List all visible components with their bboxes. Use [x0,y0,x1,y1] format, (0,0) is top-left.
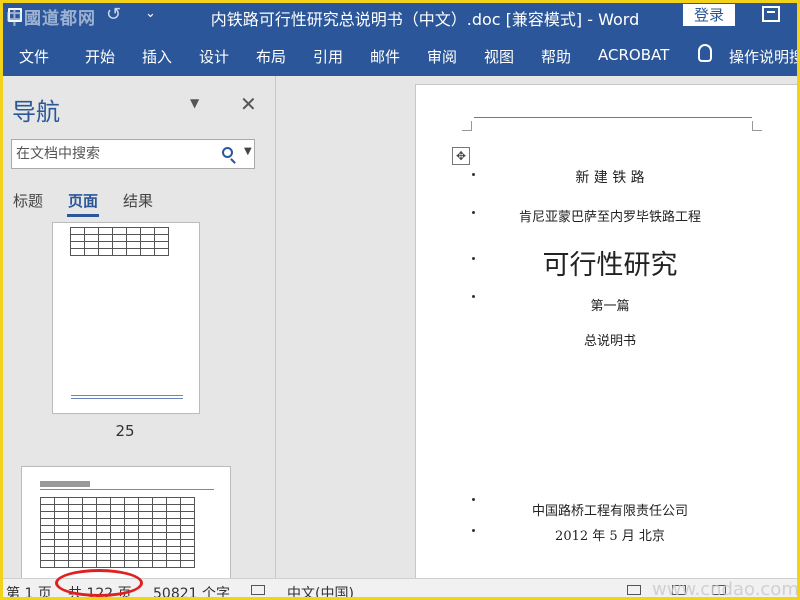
status-page[interactable]: 第 1 页 [6,583,52,600]
search-input[interactable] [16,144,216,164]
margin-corner-mark [462,121,472,131]
tab-layout[interactable]: 布局 [256,46,286,67]
thumbnail-rule [40,489,214,490]
read-mode-icon[interactable] [627,585,641,595]
ribbon-tabs: 文件 开始 插入 设计 布局 引用 邮件 审阅 视图 帮助 ACROBAT 操作… [0,32,800,76]
thumbnail-heading [40,481,90,487]
nav-tab-pages[interactable]: 页面 [68,190,98,211]
page-thumbnail-25[interactable] [52,222,200,414]
thumbnail-table [40,497,195,568]
pane-options-icon[interactable]: ▼ [190,96,199,110]
navigation-title: 导航 [12,98,60,126]
tab-references[interactable]: 引用 [313,46,343,67]
tab-view[interactable]: 视图 [484,46,514,67]
thumbnail-table [70,227,169,256]
margin-corner-mark [752,121,762,131]
doc-line-company: 中国路桥工程有限责任公司 [531,504,688,519]
doc-line-general-description: 总说明书 [583,334,636,349]
highlight-circle [55,569,143,597]
thumbnail-footer-line [71,395,183,396]
proofing-icon[interactable] [251,585,265,595]
tab-mailings[interactable]: 邮件 [370,46,400,67]
status-bar: 第 1 页 共 122 页 50821 个字 中文(中国) www.cndao.… [0,569,800,600]
watermark-text: www.cndao.com [652,579,799,600]
header-line [474,117,752,118]
tab-file[interactable]: 文件 [19,46,49,67]
nav-tab-results[interactable]: 结果 [123,190,153,211]
doc-line-new-railway: 新 建 铁 路 [575,170,645,186]
tell-me-search[interactable]: 操作说明搜 [729,46,800,67]
status-language[interactable]: 中文(中国) [287,583,354,600]
nav-tab-headings[interactable]: 标题 [13,190,43,211]
search-icon[interactable] [222,147,233,158]
login-button[interactable]: 登录 [683,4,735,26]
lightbulb-icon [698,44,712,62]
tab-home[interactable]: 开始 [85,46,115,67]
table-move-handle[interactable]: ✥ [452,147,470,165]
document-area: ✥ 新 建 铁 路 肯尼亚蒙巴萨至内罗毕铁路工程 可行性研究 第一篇 总说明书 … [277,76,800,578]
tab-acrobat[interactable]: ACROBAT [598,46,669,64]
page-thumbnail-number: 25 [115,422,135,440]
title-bar: 中國道都网 ↺ ⌄ 内铁路可行性研究总说明书（中文）.doc [兼容模式] - … [0,0,800,32]
document-search-box[interactable]: ▼ [11,139,255,169]
navigation-pane: 导航 ▼ ✕ ▼ 标题 页面 结果 25 [0,76,276,600]
close-icon[interactable]: ✕ [240,92,257,116]
thumbnail-footer-line [71,398,183,399]
document-page[interactable]: ✥ 新 建 铁 路 肯尼亚蒙巴萨至内罗毕铁路工程 可行性研究 第一篇 总说明书 … [415,84,800,578]
tab-design[interactable]: 设计 [199,46,229,67]
window-title: 内铁路可行性研究总说明书（中文）.doc [兼容模式] - Word [210,10,640,29]
doc-line-part-one: 第一篇 [590,299,630,314]
doc-line-feasibility-study: 可行性研究 [542,250,678,281]
chevron-down-icon[interactable]: ▼ [244,146,252,157]
active-tab-indicator [67,214,99,217]
restore-window-icon[interactable] [762,6,780,22]
status-word-count[interactable]: 50821 个字 [153,583,230,600]
doc-line-project-name: 肯尼亚蒙巴萨至内罗毕铁路工程 [518,210,701,225]
tab-help[interactable]: 帮助 [541,46,571,67]
tab-review[interactable]: 审阅 [427,46,457,67]
doc-line-date: 2012 年 5 月 北京 [555,529,665,544]
tab-insert[interactable]: 插入 [142,46,172,67]
